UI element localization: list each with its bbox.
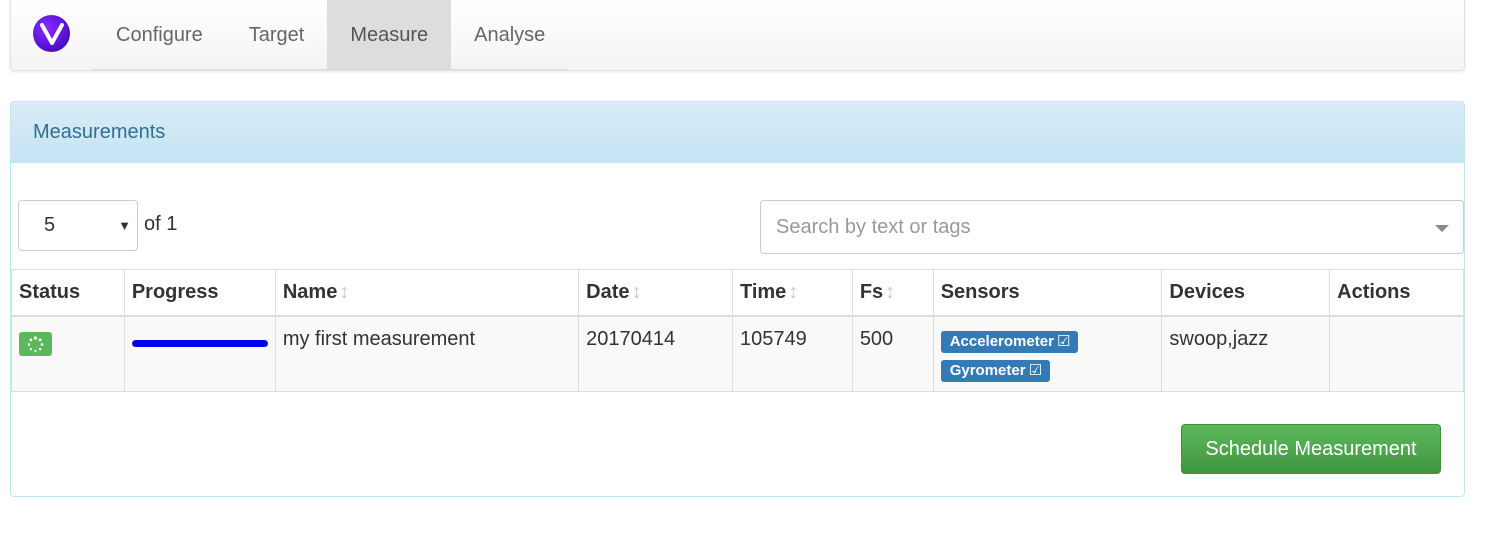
header-label: Fs <box>859 280 884 303</box>
schedule-button-label: Schedule Measurement <box>1205 437 1417 460</box>
tab-measure[interactable]: Measure <box>327 0 452 70</box>
header-name[interactable]: Name ↕ <box>274 269 580 317</box>
panel-title: Measurements <box>11 102 1464 163</box>
header-label: Name <box>282 280 338 303</box>
cell-status <box>11 315 125 392</box>
header-fs[interactable]: Fs ↕ <box>851 269 934 317</box>
cell-progress <box>123 315 276 392</box>
progress-bar <box>131 339 268 347</box>
sensor-badge-accelerometer: Accelerometer ☑ <box>940 330 1079 353</box>
checkbox-checked-icon: ☑ <box>1028 361 1043 379</box>
tab-analyse[interactable]: Analyse <box>451 0 568 70</box>
header-devices: Devices <box>1161 269 1331 317</box>
cell-sensors: Accelerometer ☑ Gyrometer ☑ <box>932 315 1163 392</box>
measurements-table: Status Progress Name ↕ Date ↕ Time ↕ Fs ↕ Se… <box>11 269 1464 392</box>
header-label: Actions <box>1337 280 1411 303</box>
cell-time: 105749 <box>731 315 853 392</box>
app-logo[interactable] <box>33 15 70 52</box>
chevron-down-icon[interactable] <box>1435 225 1449 232</box>
header-progress: Progress <box>123 269 276 317</box>
select-caret-icon: ▼ <box>118 218 131 233</box>
tab-label: Configure <box>116 23 203 46</box>
tab-label: Target <box>248 23 305 46</box>
sensor-label-text: Gyrometer <box>949 361 1026 379</box>
header-actions: Actions <box>1329 269 1464 317</box>
tab-label: Measure <box>350 23 429 46</box>
top-navbar: Configure Target Measure Analyse <box>10 0 1465 71</box>
header-date[interactable]: Date ↕ <box>578 269 733 317</box>
main-tabs: Configure Target Measure Analyse <box>93 0 569 70</box>
page-size-select[interactable]: 5 ▼ <box>18 200 138 251</box>
table-header-row: Status Progress Name ↕ Date ↕ Time ↕ Fs ↕ Se… <box>11 269 1464 317</box>
cell-fs: 500 <box>851 315 934 392</box>
header-sensors: Sensors <box>932 269 1163 317</box>
logo-v-icon <box>39 22 64 45</box>
sort-icon[interactable]: ↕ <box>632 281 642 303</box>
table-row[interactable]: my first measurement 20170414 105749 500… <box>11 315 1464 392</box>
schedule-measurement-button[interactable]: Schedule Measurement <box>1181 424 1441 474</box>
tab-label: Analyse <box>474 23 546 46</box>
header-status: Status <box>11 269 125 317</box>
cell-date: 20170414 <box>578 315 733 392</box>
tab-configure[interactable]: Configure <box>93 0 226 70</box>
header-label: Status <box>19 280 81 303</box>
sort-icon[interactable]: ↕ <box>788 281 798 303</box>
header-time[interactable]: Time ↕ <box>731 269 853 317</box>
header-label: Progress <box>131 280 219 303</box>
sensor-badge-gyrometer: Gyrometer ☑ <box>940 359 1051 382</box>
cell-devices: swoop,jazz <box>1161 315 1331 392</box>
header-label: Devices <box>1169 280 1245 303</box>
header-label: Time <box>739 280 787 303</box>
cell-name: my first measurement <box>274 315 580 392</box>
cell-actions <box>1329 315 1464 392</box>
header-label: Date <box>586 280 630 303</box>
search-input[interactable]: Search by text or tags <box>760 200 1464 254</box>
sort-icon[interactable]: ↕ <box>339 281 349 303</box>
measurements-panel: Measurements 5 ▼ of 1 Search by text or … <box>10 101 1465 497</box>
sensor-label-text: Accelerometer <box>949 332 1054 350</box>
sort-icon[interactable]: ↕ <box>885 281 895 303</box>
search-placeholder: Search by text or tags <box>776 215 971 238</box>
header-label: Sensors <box>940 280 1020 303</box>
page-count-label: of 1 <box>144 213 178 235</box>
spinner-icon <box>19 331 52 356</box>
page-size-value: 5 <box>44 214 56 236</box>
tab-target[interactable]: Target <box>226 0 328 70</box>
checkbox-checked-icon: ☑ <box>1056 332 1071 350</box>
